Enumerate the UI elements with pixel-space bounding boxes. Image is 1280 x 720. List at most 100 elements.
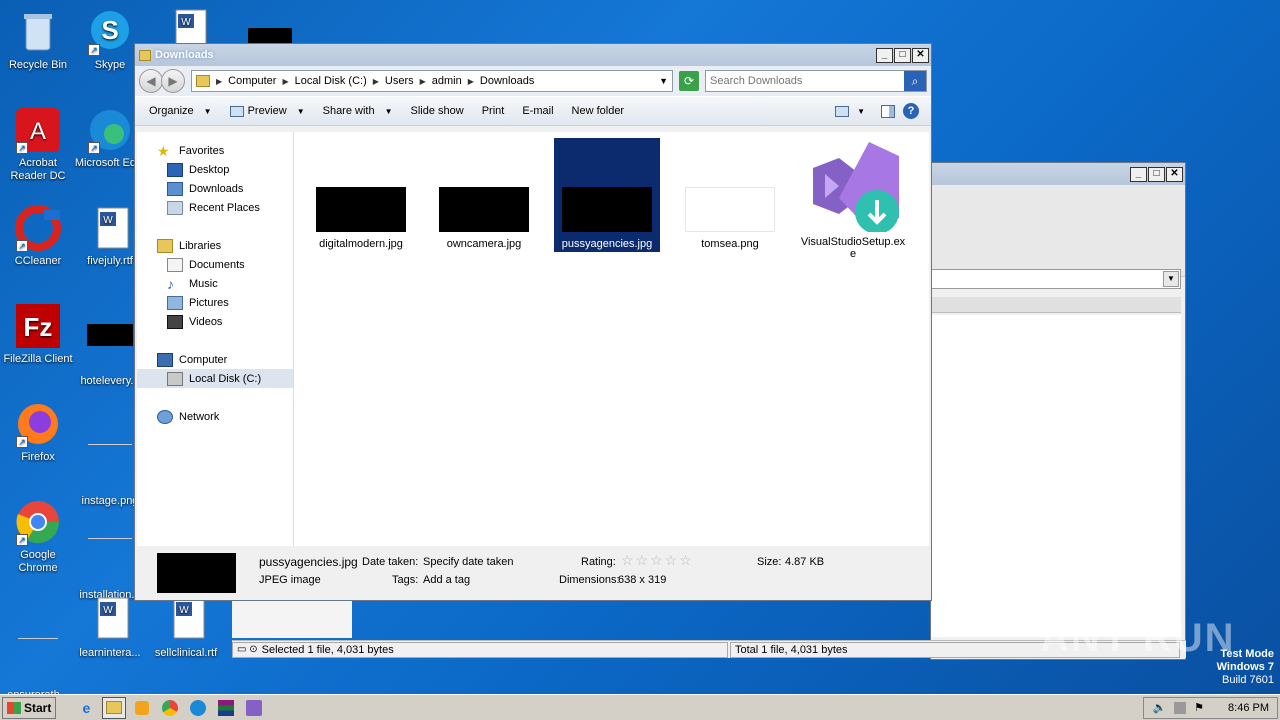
breadcrumb-admin[interactable]: admin [432,75,462,87]
desktop-icon-filezilla[interactable]: Fz FileZilla Client [0,302,76,366]
desktop-icon-recycle-bin[interactable]: Recycle Bin [0,8,76,72]
breadcrumb-separator-icon: ▶ [467,76,474,86]
taskbar-visual-studio-installer[interactable] [242,697,266,719]
background-window-dropdown[interactable]: ▼ [931,269,1181,289]
clock[interactable]: 8:46 PM [1228,702,1269,714]
test-mode-label: Test Mode [1220,648,1274,660]
start-button[interactable]: Start [2,696,57,719]
taskbar-chrome[interactable] [158,697,182,719]
share-with-button[interactable]: Share with ▼ [315,103,401,119]
desktop-icon-firefox[interactable]: ↗ Firefox [0,400,76,464]
nav-libraries[interactable]: Libraries [137,236,293,255]
email-button[interactable]: E-mail [514,103,561,119]
file-item-selected[interactable]: pussyagencies.jpg [554,138,660,252]
explorer-content: ★ Favorites Desktop Downloads Recent Plac… [137,132,929,546]
view-options-icon[interactable] [835,105,850,117]
print-label: Print [481,105,505,117]
desktop-icon-ccleaner[interactable]: ↗ CCleaner [0,204,76,268]
back-button[interactable]: ◀ [139,69,163,93]
network-icon[interactable] [1174,701,1187,714]
background-window-column-header [931,297,1181,313]
taskbar-media-player[interactable] [130,697,154,719]
desktop-icon [167,162,183,177]
chevron-down-icon[interactable]: ▼ [857,107,865,116]
preview-button[interactable]: Preview ▼ [222,103,313,119]
maximize-button[interactable]: □ [1148,166,1165,182]
shortcut-arrow-icon: ↗ [16,142,28,154]
rating-stars[interactable]: ☆☆☆☆☆ [621,552,694,569]
nav-computer[interactable]: Computer [137,350,293,369]
watermark: ANY RUN [1040,616,1236,660]
file-item[interactable]: owncamera.jpg [431,187,537,250]
taskbar-winrar[interactable] [214,697,238,719]
breadcrumb-local-disk[interactable]: Local Disk (C:) [295,75,367,87]
videos-icon [167,314,183,329]
nav-local-disk[interactable]: Local Disk (C:) [137,369,293,388]
desktop-icon-chrome[interactable]: ↗ Google Chrome [0,498,76,575]
search-icon[interactable]: ⌕ [904,71,926,91]
desktop-icon-label: Recycle Bin [8,59,68,71]
nav-recent-places[interactable]: Recent Places [137,198,293,217]
desktop-icon-label: FileZilla Client [3,353,73,365]
explorer-titlebar[interactable]: Downloads _ □ ✕ [135,44,931,66]
close-button[interactable]: ✕ [1166,166,1183,182]
close-button[interactable]: ✕ [912,47,929,63]
edge-icon: ↗ [86,106,134,154]
nav-music[interactable]: ♪ Music [137,274,293,293]
file-name: pussyagencies.jpg [561,238,653,250]
skype-icon: S ↗ [86,8,134,56]
taskbar: Start e 🔈 ⚑ 8:46 PM [0,694,1280,720]
search-box[interactable]: ⌕ [705,70,927,92]
desktop-icon-ensurerath[interactable]: ensurerath... [0,596,76,702]
desktop-icon-acrobat[interactable]: A ↗ Acrobat Reader DC [0,106,76,183]
nav-pictures[interactable]: Pictures [137,293,293,312]
image-thumbnail [316,187,406,232]
file-item[interactable]: digitalmodern.jpg [308,187,414,250]
breadcrumb-computer[interactable]: Computer [228,75,276,87]
details-date-value[interactable]: Specify date taken [423,556,514,568]
file-item[interactable]: VisualStudioSetup.exe [800,140,906,260]
nav-documents[interactable]: Documents [137,255,293,274]
print-button[interactable]: Print [474,103,513,119]
file-item[interactable]: tomsea.png [677,187,783,250]
nav-label: Recent Places [189,201,260,214]
desktop-icon-learnintera[interactable]: W learnintera... [72,596,148,660]
volume-icon[interactable]: 🔈 [1152,701,1166,714]
refresh-button[interactable]: ⟳ [679,71,699,91]
drive-icon: ▭ ⊙ [237,644,258,655]
details-size-label: Size: [757,556,782,568]
nav-downloads[interactable]: Downloads [137,179,293,198]
nav-network[interactable]: Network [137,407,293,426]
search-input[interactable] [706,75,904,87]
slide-show-button[interactable]: Slide show [403,103,472,119]
minimize-button[interactable]: _ [876,47,893,63]
nav-videos[interactable]: Videos [137,312,293,331]
breadcrumb-downloads[interactable]: Downloads [480,75,534,87]
word-document-icon: W [86,596,134,644]
organize-button[interactable]: Organize ▼ [141,103,220,119]
address-bar[interactable]: ▶ Computer ▶ Local Disk (C:) ▶ Users ▶ a… [191,70,673,92]
maximize-button[interactable]: □ [894,47,911,63]
explorer-window[interactable]: Downloads _ □ ✕ ◀ ▶ ▶ Computer ▶ Local D… [134,43,932,601]
file-name: digitalmodern.jpg [319,238,403,250]
shortcut-arrow-icon: ↗ [88,44,100,56]
minimize-button[interactable]: _ [1130,166,1147,182]
details-tags-value[interactable]: Add a tag [423,574,470,586]
forward-button[interactable]: ▶ [161,69,185,93]
help-icon[interactable]: ? [903,103,919,119]
taskbar-explorer[interactable] [102,696,127,719]
svg-text:W: W [179,605,189,616]
background-window[interactable]: _ □ ✕ ▼ [930,162,1186,660]
preview-pane-icon[interactable] [881,104,895,118]
breadcrumb-users[interactable]: Users [385,75,414,87]
taskbar-edge[interactable] [186,697,210,719]
new-folder-button[interactable]: New folder [564,103,633,119]
nav-favorites[interactable]: ★ Favorites [137,141,293,160]
background-window-titlebar[interactable]: _ □ ✕ [931,163,1185,185]
desktop-icon-sellclinical[interactable]: W sellclinical.rtf [148,596,224,660]
chevron-down-icon[interactable]: ▼ [659,76,668,86]
chevron-down-icon[interactable]: ▼ [1163,271,1179,287]
flag-icon[interactable]: ⚑ [1194,701,1204,714]
taskbar-internet-explorer[interactable]: e [74,697,98,719]
nav-desktop[interactable]: Desktop [137,160,293,179]
